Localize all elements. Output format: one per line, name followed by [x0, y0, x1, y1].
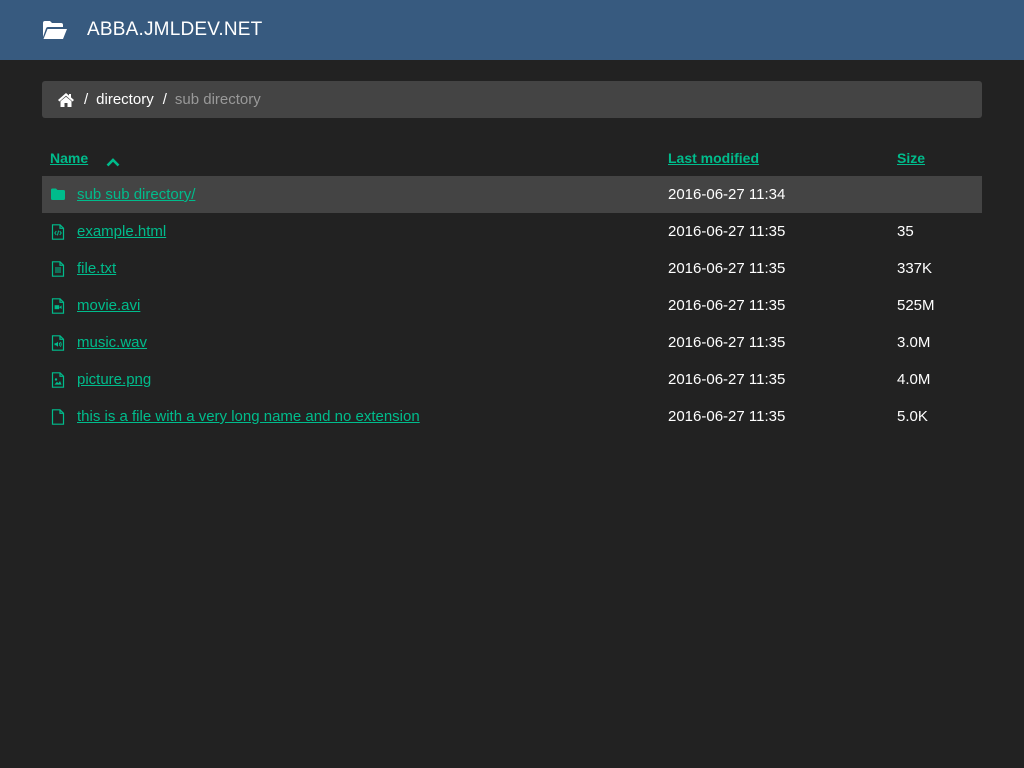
breadcrumb-separator: / — [84, 91, 89, 108]
table-row[interactable]: this is a file with a very long name and… — [42, 398, 982, 435]
column-header-size: Size — [889, 139, 982, 176]
breadcrumb-item-current: sub directory — [174, 91, 261, 108]
breadcrumb-item-directory[interactable]: directory — [96, 91, 154, 108]
sort-by-name-link[interactable]: Name — [50, 150, 88, 166]
sort-by-size-link[interactable]: Size — [897, 150, 925, 166]
column-header-name: Name — [42, 139, 660, 176]
size-cell — [889, 176, 982, 213]
file-link[interactable]: sub sub directory/ — [77, 186, 195, 203]
size-cell: 5.0K — [897, 408, 928, 425]
site-title[interactable]: ABBA.JMLDEV.NET — [87, 19, 262, 41]
table-row[interactable]: example.html 2016-06-27 11:35 35 — [42, 213, 982, 250]
modified-cell: 2016-06-27 11:35 — [668, 223, 786, 240]
column-header-last-modified: Last modified — [660, 139, 889, 176]
file-link[interactable]: picture.png — [77, 371, 151, 388]
file-code-icon — [50, 223, 69, 240]
file-listing-table: Name Last modified Size sub sub director… — [42, 139, 982, 435]
table-header-row: Name Last modified Size — [42, 139, 982, 176]
size-cell: 35 — [897, 223, 914, 240]
modified-cell: 2016-06-27 11:35 — [668, 297, 786, 314]
table-row[interactable]: sub sub directory/ 2016-06-27 11:34 — [42, 176, 982, 213]
file-link[interactable]: music.wav — [77, 334, 147, 351]
chevron-up-icon[interactable] — [106, 154, 120, 167]
table-row[interactable]: movie.avi 2016-06-27 11:35 525M — [42, 287, 982, 324]
folder-icon — [50, 187, 69, 203]
table-row[interactable]: music.wav 2016-06-27 11:35 3.0M — [42, 324, 982, 361]
main-container: / directory / sub directory Name Last mo… — [42, 81, 982, 435]
file-video-icon — [50, 297, 69, 314]
file-link[interactable]: example.html — [77, 223, 166, 240]
file-link[interactable]: movie.avi — [77, 297, 140, 314]
size-cell: 3.0M — [897, 334, 931, 351]
modified-cell: 2016-06-27 11:35 — [668, 260, 786, 277]
modified-cell: 2016-06-27 11:35 — [668, 371, 786, 388]
folder-open-icon — [42, 20, 68, 40]
file-icon — [50, 408, 69, 425]
file-image-icon — [50, 371, 69, 388]
size-cell: 337K — [897, 260, 933, 277]
modified-cell: 2016-06-27 11:35 — [668, 408, 786, 425]
file-audio-icon — [50, 334, 69, 351]
size-cell: 525M — [897, 297, 935, 314]
sort-by-last-modified-link[interactable]: Last modified — [668, 150, 759, 166]
table-row[interactable]: file.txt 2016-06-27 11:35 337K — [42, 250, 982, 287]
breadcrumb: / directory / sub directory — [42, 81, 982, 118]
file-link[interactable]: file.txt — [77, 260, 116, 277]
file-link[interactable]: this is a file with a very long name and… — [77, 408, 420, 425]
table-row[interactable]: picture.png 2016-06-27 11:35 4.0M — [42, 361, 982, 398]
modified-cell: 2016-06-27 11:34 — [660, 176, 889, 213]
breadcrumb-separator: / — [162, 91, 167, 108]
header-bar: ABBA.JMLDEV.NET — [0, 0, 1024, 60]
home-icon[interactable] — [57, 92, 75, 108]
modified-cell: 2016-06-27 11:35 — [668, 334, 786, 351]
file-text-icon — [50, 260, 69, 277]
size-cell: 4.0M — [897, 371, 931, 388]
